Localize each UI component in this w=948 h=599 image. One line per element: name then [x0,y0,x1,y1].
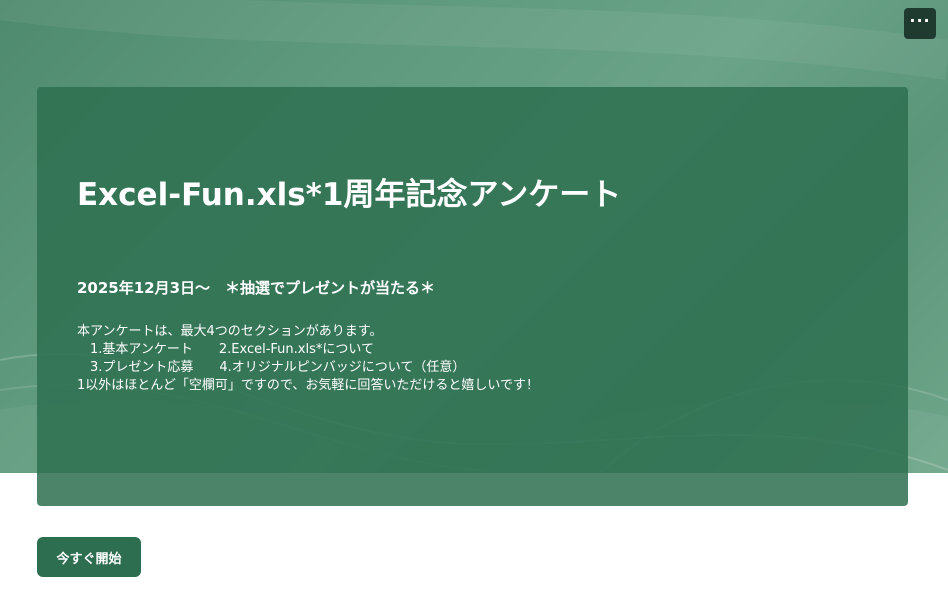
description-line: 1.基本アンケート 2.Excel-Fun.xls*について [77,342,374,357]
description-line: 3.プレゼント応募 4.オリジナルピンバッジについて（任意） [77,360,466,375]
survey-title: Excel-Fun.xls*1周年記念アンケート [77,177,622,213]
survey-subtitle: 2025年12月3日〜 ＊抽選でプレゼントが当たる＊ [77,279,436,297]
description-line: 1以外はほとんど「空欄可」ですので、お気軽に回答いただけると嬉しいです！ [77,378,539,393]
description-line: 本アンケートは、最大4つのセクションがあります。 [77,324,383,339]
start-now-button[interactable]: 今すぐ開始 [37,537,141,577]
survey-description: 本アンケートは、最大4つのセクションがあります。 1.基本アンケート 2.Exc… [77,323,539,395]
survey-page: ··· Excel-Fun.xls*1周年記念アンケート 2025年12月3日〜… [0,0,948,599]
survey-header-card: Excel-Fun.xls*1周年記念アンケート 2025年12月3日〜 ＊抽選… [37,87,908,506]
more-options-button[interactable]: ··· [904,8,936,39]
more-horizontal-icon: ··· [909,10,931,30]
